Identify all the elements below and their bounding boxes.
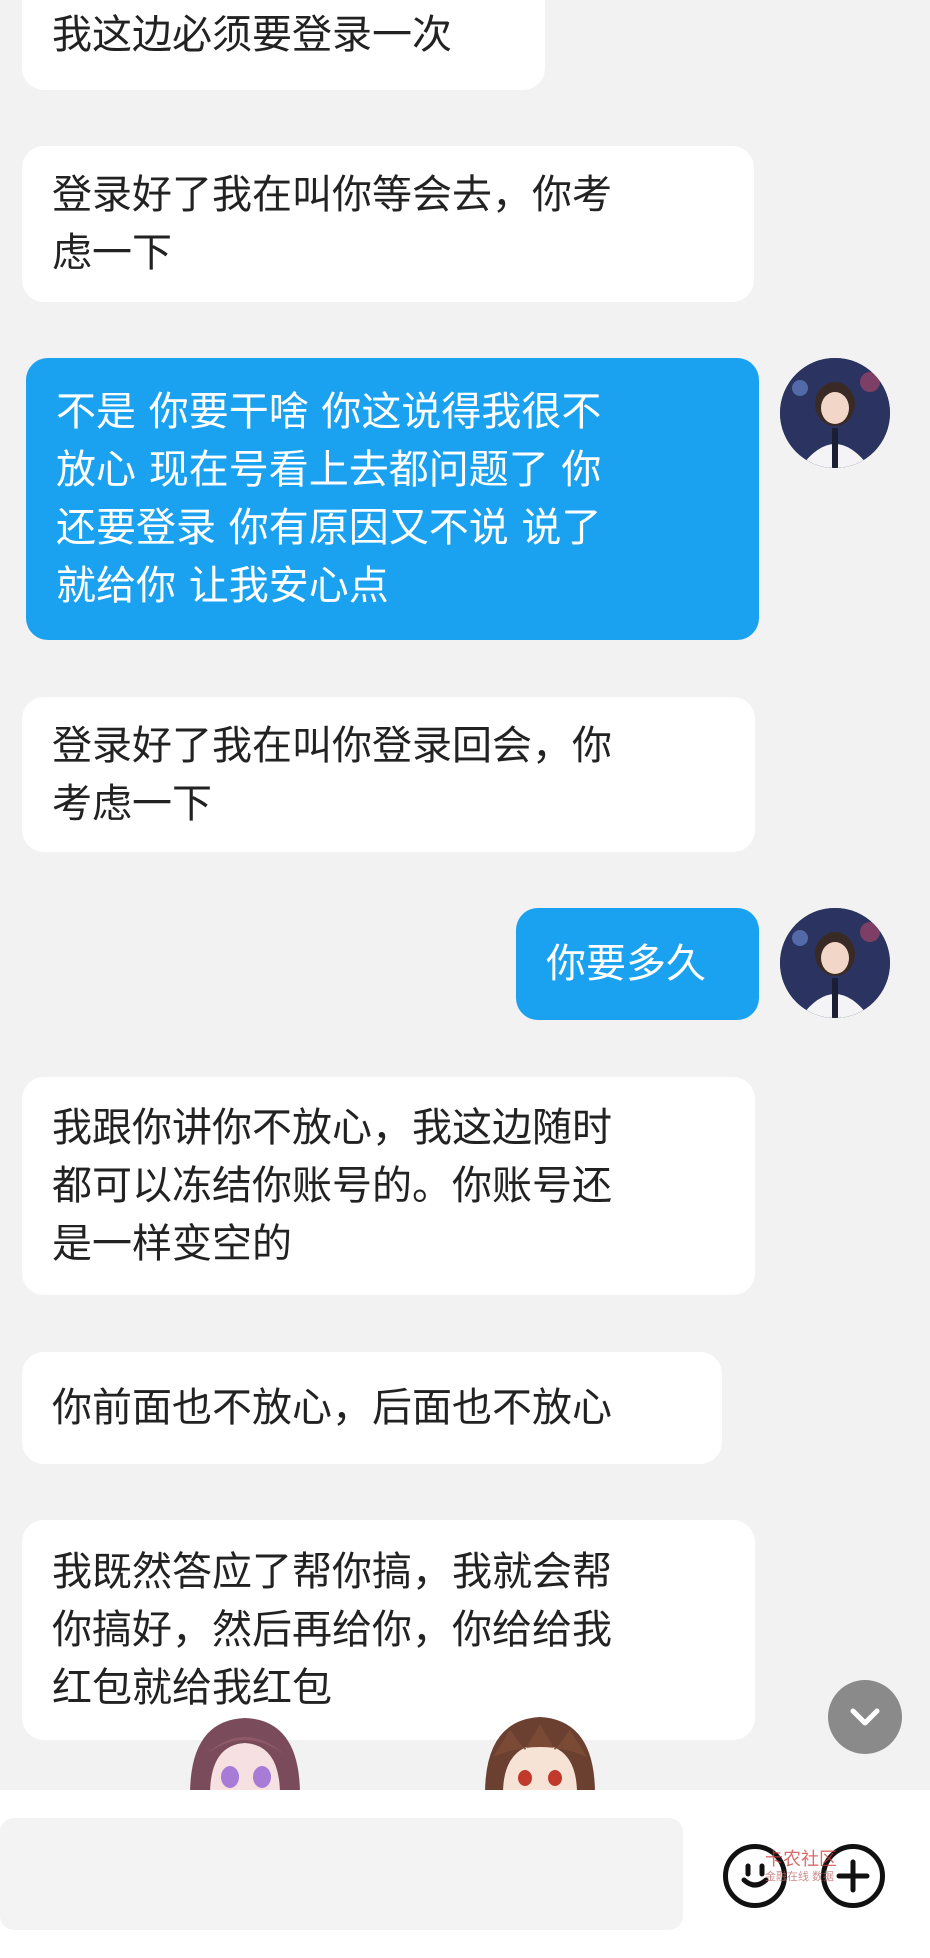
scroll-down-button[interactable]: [828, 1680, 902, 1754]
girl-sticker: [180, 1715, 310, 1799]
watermark-text: 卡农社区: [765, 1849, 837, 1869]
message-bubble-incoming[interactable]: 我这边必须要登录一次: [22, 0, 545, 90]
user-avatar[interactable]: [780, 358, 890, 468]
message-bubble-outgoing[interactable]: 你要多久: [516, 908, 759, 1020]
user-avatar[interactable]: [780, 908, 890, 1018]
chat-window: 我这边必须要登录一次 登录好了我在叫你等会去，你考 虑一下 不是 你要干啥 你这…: [0, 0, 930, 1958]
message-input[interactable]: [0, 1818, 683, 1930]
message-bubble-incoming[interactable]: 我既然答应了帮你搞，我就会帮 你搞好，然后再给你，你给给我 红包就给我红包: [22, 1520, 755, 1740]
boy-sticker: [475, 1712, 605, 1798]
plus-icon: [836, 1859, 870, 1893]
message-bubble-outgoing[interactable]: 不是 你要干啥 你这说得我很不 放心 现在号看上去都问题了 你 还要登录 你有原…: [26, 358, 759, 640]
watermark: 卡农社区 金融在线 数据: [765, 1848, 837, 1884]
chevron-down-icon: [850, 1708, 880, 1726]
message-bubble-incoming[interactable]: 登录好了我在叫你登录回会，你 考虑一下: [22, 697, 755, 852]
message-bubble-incoming[interactable]: 我跟你讲你不放心，我这边随时 都可以冻结你账号的。你账号还 是一样变空的: [22, 1077, 755, 1295]
avatar-image: [780, 358, 890, 468]
message-bubble-incoming[interactable]: 登录好了我在叫你等会去，你考 虑一下: [22, 146, 754, 302]
avatar-image: [780, 908, 890, 1018]
watermark-subtext: 金融在线 数据: [765, 1871, 835, 1883]
message-bubble-incoming[interactable]: 你前面也不放心，后面也不放心: [22, 1352, 722, 1464]
